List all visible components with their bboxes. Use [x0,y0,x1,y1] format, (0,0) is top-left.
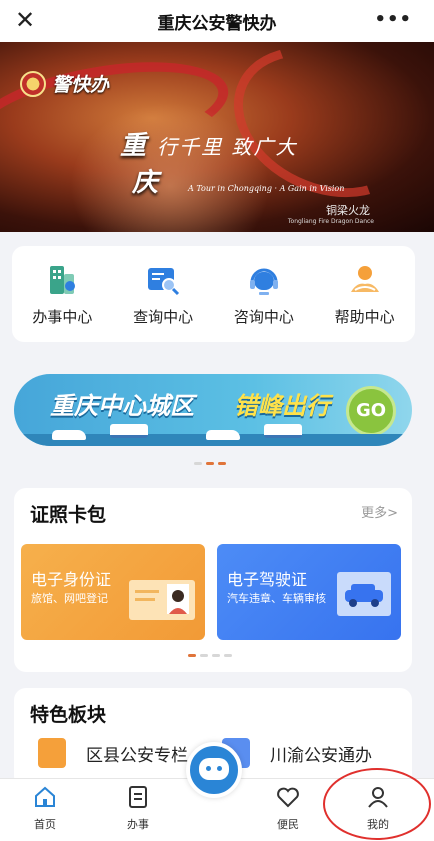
slogan-char: 庆 [132,168,159,198]
police-badge-icon [20,70,46,97]
heart-icon [276,785,300,809]
service-label: 办事中心 [32,307,93,326]
home-icon [33,785,57,809]
featured-item-label: 区县公安专栏 [86,745,188,766]
pager-dot-active [206,462,214,465]
service-label: 帮助中心 [334,307,395,326]
electronic-id-card[interactable]: 电子身份证 旅馆、网吧登记 [21,544,205,640]
close-icon[interactable]: ✕ [12,7,38,33]
card-title: 电子身份证 [31,570,112,589]
section-title: 特色板块 [30,704,107,726]
pager-dot-active [188,654,196,657]
app-logo: 警快办 [20,70,109,97]
service-office-center[interactable]: 办事中心 [17,262,107,327]
robot-eye [206,766,211,771]
document-person-icon [38,738,66,768]
section-title: 证照卡包 [30,504,107,526]
banner-pager [194,462,226,465]
car-icon [206,430,240,440]
tab-convenience[interactable]: 便民 [258,785,318,832]
hero-tag-english: Tongliang Fire Dragon Dance [287,218,374,225]
featured-item-district-police[interactable]: 区县公安专栏 [38,738,188,768]
car-license-icon [337,572,391,616]
document-icon [126,785,150,809]
annotation-circle [323,768,431,840]
top-bar: ✕ 重庆公安警快办 ••• [0,0,434,42]
pager-dot [224,654,232,657]
bus-icon [110,424,148,438]
service-help-center[interactable]: 帮助中心 [320,262,410,327]
service-shortcuts: 办事中心 查询中心 咨询中心 帮助中心 [12,246,415,342]
card-pager [188,654,232,657]
pager-dot [200,654,208,657]
banner-text: 重庆中心城区 [50,392,194,420]
license-wallet-card: 证照卡包 更多> 电子身份证 旅馆、网吧登记 电子驾驶证 汽车违章、车辆审核 [14,488,412,672]
go-button[interactable]: GO [346,386,396,436]
hero-banner[interactable]: 警快办 重 行千里 致广大 庆 A Tour in Chongqing · A G… [0,42,434,232]
tab-label: 首页 [34,818,56,831]
hero-slogan: 重 行千里 致广大 庆 A Tour in Chongqing · A Gain … [120,125,344,199]
service-label: 咨询中心 [233,307,294,326]
card-subtitle: 汽车违章、车辆审核 [227,592,326,605]
robot-eye [217,766,222,771]
tab-home[interactable]: 首页 [15,785,75,832]
bus-icon [264,424,302,438]
slogan-char: 重 [120,131,147,161]
car-icon [52,430,86,440]
helping-hand-icon [347,262,383,298]
tab-label: 办事 [127,818,149,831]
promo-banner[interactable]: 重庆中心城区 错峰出行 GO [14,374,412,446]
more-options-icon[interactable]: ••• [374,9,412,30]
slogan-text: 行千里 致广大 [157,135,298,159]
robot-icon [199,758,229,780]
page-title: 重庆公安警快办 [157,13,277,34]
electronic-driver-license[interactable]: 电子驾驶证 汽车违章、车辆审核 [217,544,401,640]
tab-services[interactable]: 办事 [108,785,168,832]
search-document-icon [145,262,181,298]
service-query-center[interactable]: 查询中心 [118,262,208,327]
office-building-icon [44,262,80,298]
featured-item-label: 川渝公安通办 [270,745,372,766]
headset-icon [246,262,282,298]
pager-dot-active [218,462,226,465]
go-label: GO [355,400,387,421]
card-subtitle: 旅馆、网吧登记 [31,592,108,605]
hero-tag: 铜梁火龙 [326,204,370,217]
banner-highlight-text: 错峰出行 [234,392,330,420]
service-label: 查询中心 [133,307,194,326]
logo-text: 警快办 [52,74,110,96]
id-card-icon [129,580,195,620]
pager-dot [212,654,220,657]
more-link[interactable]: 更多> [361,502,398,521]
robot-assistant-button[interactable] [186,742,242,798]
pager-dot [194,462,202,465]
tab-label: 便民 [277,818,299,831]
service-consult-center[interactable]: 咨询中心 [219,262,309,327]
slogan-english: A Tour in Chongqing · A Gain in Vision [188,184,345,193]
featured-item-sichuan-chongqing[interactable]: 川渝公安通办 [222,738,372,768]
card-title: 电子驾驶证 [227,570,308,589]
